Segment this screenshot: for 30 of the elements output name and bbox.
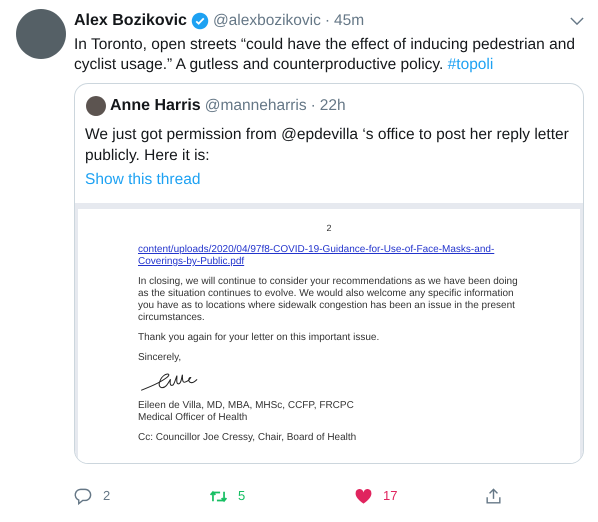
separator-dot: · — [310, 96, 316, 116]
action-count: 17 — [383, 487, 398, 506]
page-number: 2 — [325, 223, 332, 234]
quoted-avatar-image — [86, 96, 106, 116]
action-count: 2 — [103, 487, 110, 506]
chevron-down-icon[interactable] — [570, 16, 584, 26]
author-name[interactable]: Alex Bozikovic — [74, 9, 187, 33]
reply-icon[interactable] — [74, 486, 93, 506]
heart-icon[interactable] — [354, 486, 373, 506]
show-thread-link[interactable]: Show this thread — [85, 171, 200, 188]
signature-line: Medical Officer of Health — [138, 412, 248, 424]
document-link: content/uploads/2020/04/97f8-COVID-19-Guidance-for-Use-of-Face-Masks-and-Coverings-by-Public.pdf — [138, 244, 496, 268]
hashtag-link[interactable]: #topoli — [448, 56, 494, 73]
avatar-image — [16, 9, 66, 59]
letter-paragraph: Thank you again for your letter on this important issue. — [138, 332, 380, 344]
quoted-timestamp: 22h — [320, 96, 346, 116]
quoted-author-name: Anne Harris — [110, 96, 201, 116]
letter-paragraph: In closing, we will continue to consider your recommendations as we have been doing as the situation continues to evolve. We would also welcome any specific information you have as to locations where sidewalk congestion has been an issue in the present circumstances. — [138, 276, 519, 324]
quoted-tweet-card[interactable] — [74, 83, 584, 464]
letter-paragraph: Sincerely, — [138, 352, 182, 364]
share-icon[interactable] — [484, 486, 503, 506]
quoted-tweet-text: We just got permission from @epdevilla ‘s office to post her reply letter publicly. Here it is: — [84, 125, 570, 166]
quoted-author-handle: @manneharris — [204, 96, 307, 116]
separator-dot: · — [324, 11, 330, 32]
tweet-text: In Toronto, open streets “could have the effect of inducing pedestrian and cyclist usage.” A gutless and counterproductive policy. #topoli — [74, 35, 576, 75]
author-handle[interactable]: @alexbozikovic — [212, 9, 321, 33]
action-count: 5 — [238, 487, 246, 506]
cc-line: Cc: Councillor Joe Cressy, Chair, Board of Health — [138, 432, 358, 444]
timestamp[interactable]: 45m — [334, 9, 364, 33]
signature-line: Eileen de Villa, MD, MBA, MHSc, CCFP, FRCPC — [138, 400, 355, 412]
